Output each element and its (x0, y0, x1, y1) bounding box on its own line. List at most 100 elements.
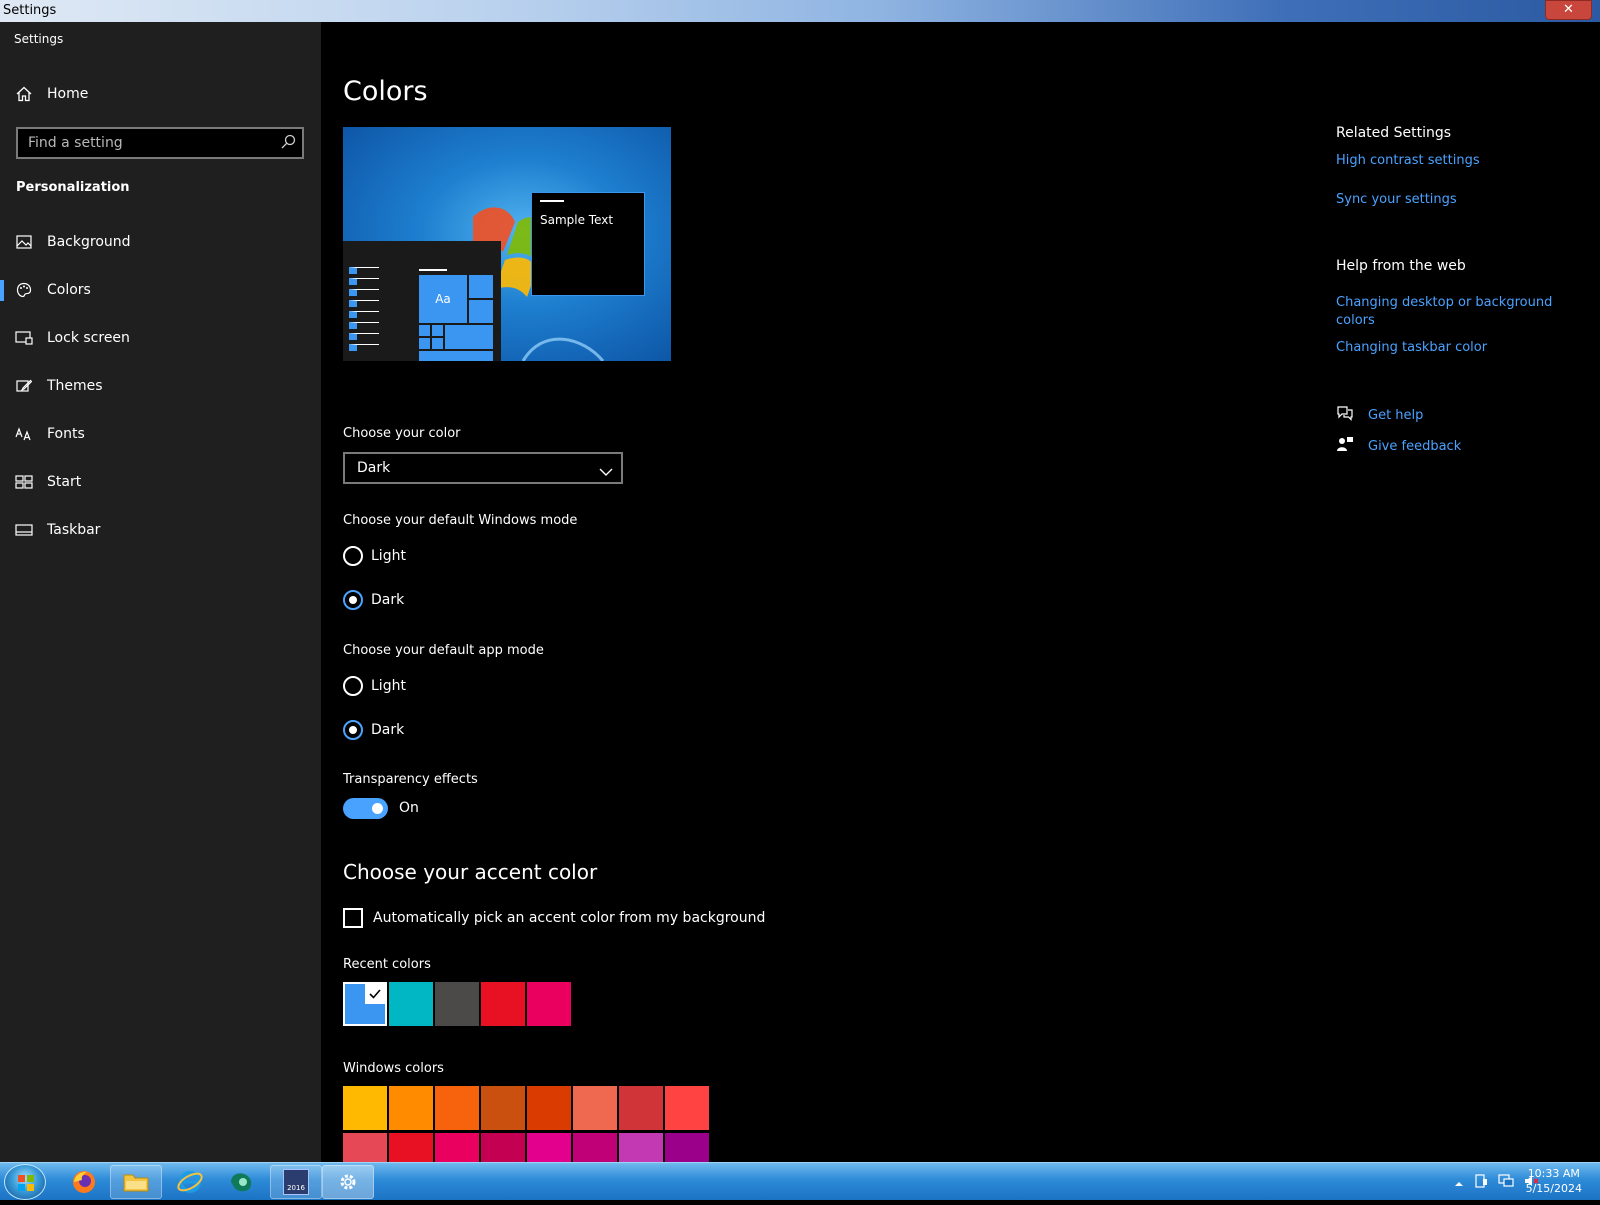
recent-color-swatch[interactable] (389, 982, 433, 1026)
preview-tile-aa: Aa (419, 275, 467, 323)
radio-label: Light (371, 548, 406, 564)
app-mode-dark-radio[interactable]: Dark (343, 718, 563, 742)
taskbar: 2016 10:33 AM 5/15/2024 (0, 1162, 1600, 1200)
close-button[interactable]: ✕ (1545, 0, 1592, 20)
taskbar-firefox[interactable] (58, 1165, 110, 1199)
sidebar-item-label: Background (47, 234, 131, 250)
transparency-toggle[interactable] (343, 798, 388, 819)
get-help-link[interactable]: Get help (1336, 405, 1423, 425)
windows-color-swatch[interactable] (435, 1086, 479, 1130)
taskbar-icon (0, 524, 47, 536)
windows-mode-dark-radio[interactable]: Dark (343, 588, 563, 612)
title-bar: Settings ✕ (0, 0, 1600, 22)
windows-color-swatch[interactable] (573, 1086, 617, 1130)
sidebar-item-fonts[interactable]: Fonts (0, 414, 321, 454)
preview-sample-text: Sample Text (540, 213, 614, 227)
recent-color-swatch[interactable] (435, 982, 479, 1026)
radio-label: Light (371, 678, 406, 694)
device-icon[interactable] (1474, 1173, 1488, 1192)
firefox-icon (73, 1171, 95, 1193)
sidebar-item-label: Fonts (47, 426, 85, 442)
help-web-heading: Help from the web (1336, 258, 1466, 274)
start-button[interactable] (4, 1164, 46, 1200)
recent-color-swatch-selected[interactable] (343, 982, 387, 1026)
radio-indicator[interactable] (343, 546, 363, 566)
sync-settings-link[interactable]: Sync your settings (1336, 191, 1566, 209)
sidebar-item-lock-screen[interactable]: Lock screen (0, 318, 321, 358)
network-icon[interactable] (1498, 1173, 1514, 1192)
picture-icon (0, 235, 47, 249)
settings-gear-icon (340, 1174, 356, 1190)
sidebar-item-label: Start (47, 474, 82, 490)
recent-color-swatch[interactable] (481, 982, 525, 1026)
search-field[interactable] (16, 127, 304, 159)
checkbox-box[interactable] (343, 908, 363, 928)
file-explorer-icon (123, 1174, 149, 1192)
page-title: Colors (343, 76, 428, 107)
radio-label: Dark (371, 722, 405, 738)
palette-icon (0, 282, 47, 298)
app-mode-label: Choose your default app mode (343, 643, 544, 658)
clock[interactable]: 10:33 AM 5/15/2024 (1526, 1166, 1582, 1196)
taskbar-app-2016[interactable]: 2016 (270, 1165, 322, 1199)
sidebar-item-start[interactable]: Start (0, 462, 321, 502)
windows-color-swatch[interactable] (527, 1086, 571, 1130)
recent-color-swatch[interactable] (527, 982, 571, 1026)
high-contrast-link[interactable]: High contrast settings (1336, 152, 1566, 170)
dropdown-value: Dark (357, 460, 391, 476)
checkmark-icon (365, 984, 385, 1004)
sidebar-item-background[interactable]: Background (0, 222, 321, 262)
sidebar-item-label: Themes (47, 378, 103, 394)
show-hidden-icons-icon[interactable] (1454, 1173, 1464, 1192)
search-input[interactable] (18, 129, 268, 157)
sidebar-item-label: Home (47, 86, 89, 102)
sidebar-item-themes[interactable]: Themes (0, 366, 321, 406)
desktop-colors-help-link[interactable]: Changing desktop or background colors (1336, 294, 1566, 330)
search-icon[interactable] (280, 134, 296, 154)
windows-colors-label: Windows colors (343, 1061, 444, 1076)
windows-color-swatch[interactable] (481, 1086, 525, 1130)
sidebar: Settings Home Personalization Background… (0, 22, 321, 1162)
windows-logo-icon (18, 1175, 34, 1191)
app-icon (231, 1173, 252, 1192)
taskbar-color-help-link[interactable]: Changing taskbar color (1336, 339, 1566, 357)
app-mode-light-radio[interactable]: Light (343, 674, 563, 698)
checkbox-label: Automatically pick an accent color from … (373, 910, 766, 926)
give-feedback-label[interactable]: Give feedback (1368, 439, 1461, 454)
sidebar-item-colors[interactable]: Colors (0, 270, 321, 310)
start-grid-icon (0, 475, 47, 489)
preview-app-list (349, 267, 379, 361)
windows-color-swatch[interactable] (389, 1086, 433, 1130)
choose-color-label: Choose your color (343, 426, 461, 441)
taskbar-app[interactable] (216, 1165, 268, 1199)
recent-colors-label: Recent colors (343, 957, 431, 972)
taskbar-settings[interactable] (322, 1165, 374, 1199)
section-heading: Personalization (16, 180, 130, 195)
taskbar-file-explorer[interactable] (110, 1165, 162, 1199)
sidebar-item-label: Taskbar (47, 522, 101, 538)
clock-time: 10:33 AM (1527, 1167, 1580, 1180)
clock-date: 5/15/2024 (1525, 1182, 1582, 1195)
sidebar-item-label: Colors (47, 282, 91, 298)
windows-color-swatch[interactable] (665, 1086, 709, 1130)
windows-color-swatch[interactable] (619, 1086, 663, 1130)
radio-indicator-selected[interactable] (343, 720, 363, 740)
sidebar-item-home[interactable]: Home (0, 74, 321, 114)
auto-accent-checkbox[interactable]: Automatically pick an accent color from … (343, 908, 765, 928)
sidebar-item-taskbar[interactable]: Taskbar (0, 510, 321, 550)
give-feedback-link[interactable]: Give feedback (1336, 436, 1461, 456)
radio-indicator[interactable] (343, 676, 363, 696)
theme-preview: Aa Sample Text (343, 127, 671, 361)
app-title: Settings (14, 32, 64, 46)
windows-color-swatch[interactable] (343, 1086, 387, 1130)
app-2016-badge: 2016 (287, 1184, 305, 1192)
color-mode-dropdown[interactable]: Dark (343, 452, 623, 484)
radio-indicator-selected[interactable] (343, 590, 363, 610)
taskbar-internet-explorer[interactable] (164, 1165, 216, 1199)
preview-window: Sample Text (531, 192, 645, 296)
windows-mode-light-radio[interactable]: Light (343, 544, 563, 568)
brush-icon (0, 379, 47, 393)
get-help-label[interactable]: Get help (1368, 408, 1423, 423)
fonts-icon (0, 427, 47, 441)
lock-screen-icon (0, 331, 47, 345)
